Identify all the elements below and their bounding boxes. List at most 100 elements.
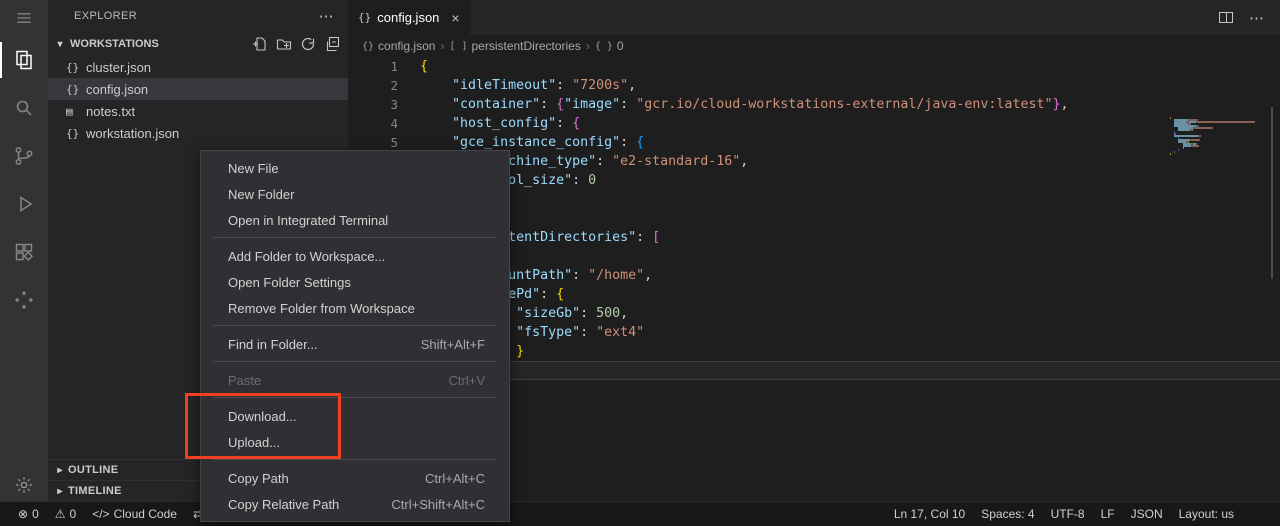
- status-item-json[interactable]: JSON: [1123, 502, 1171, 526]
- file-item-cluster-json[interactable]: {}cluster.json: [48, 56, 348, 78]
- file-list: {}cluster.json{}config.json▤notes.txt{}w…: [48, 56, 348, 144]
- json-symbol-icon: {}: [362, 41, 374, 52]
- breadcrumb-separator-icon: [586, 39, 590, 53]
- application-menu-icon[interactable]: [0, 0, 48, 36]
- breadcrumb-item-persistentdirectories[interactable]: [ ] persistentDirectories: [449, 39, 580, 53]
- menu-item-label: Open in Integrated Terminal: [228, 213, 465, 228]
- code-line-2[interactable]: 2 "idleTimeout": "7200s",: [348, 76, 1280, 95]
- menu-item-add-folder-to-workspace[interactable]: Add Folder to Workspace...: [201, 243, 509, 269]
- new-folder-icon[interactable]: [276, 36, 292, 52]
- status-item-text: JSON: [1131, 507, 1163, 521]
- status-item-text: UTF-8: [1051, 507, 1085, 521]
- object-symbol-icon: { }: [595, 41, 613, 52]
- code-line-3[interactable]: 3 "container": {"image": "gcr.io/cloud-w…: [348, 95, 1280, 114]
- menu-item-shortcut: Ctrl+Shift+Alt+C: [391, 497, 485, 512]
- menu-item-open-in-integrated-terminal[interactable]: Open in Integrated Terminal: [201, 207, 509, 233]
- code-line-4[interactable]: 4 "host_config": {: [348, 114, 1280, 133]
- panel-label: TIMELINE: [68, 485, 122, 497]
- minimap[interactable]: [1170, 117, 1266, 155]
- breadcrumb-item-config-json[interactable]: {}config.json: [362, 39, 435, 53]
- chevron-down-icon: [52, 39, 68, 50]
- file-item-notes-txt[interactable]: ▤notes.txt: [48, 100, 348, 122]
- json-file-icon: {}: [66, 83, 86, 96]
- status-item-text: LF: [1101, 507, 1115, 521]
- menu-separator: [213, 325, 497, 326]
- file-item-config-json[interactable]: {}config.json: [48, 78, 348, 100]
- status-item-text: 0: [70, 507, 77, 521]
- menu-separator: [213, 237, 497, 238]
- refresh-icon[interactable]: [300, 36, 316, 52]
- menu-separator: [213, 397, 497, 398]
- status-item-cloud-code[interactable]: </> Cloud Code: [84, 502, 185, 526]
- status-item-layout-us[interactable]: Layout: us: [1171, 502, 1242, 526]
- menu-item-find-in-folder[interactable]: Find in Folder...Shift+Alt+F: [201, 331, 509, 357]
- editor-more-actions-icon[interactable]: [1249, 9, 1264, 27]
- status-item-text: Ln 17, Col 10: [894, 507, 965, 521]
- menu-item-copy-relative-path[interactable]: Copy Relative PathCtrl+Shift+Alt+C: [201, 491, 509, 517]
- breadcrumb-separator-icon: [440, 39, 444, 53]
- menu-item-label: Remove Folder from Workspace: [228, 301, 465, 316]
- status-item-error[interactable]: ⊗0: [10, 502, 47, 526]
- status-item-warning[interactable]: ⚠0: [47, 502, 84, 526]
- search-icon[interactable]: [0, 84, 48, 132]
- chevron-right-icon: [52, 465, 68, 476]
- menu-item-paste: PasteCtrl+V: [201, 367, 509, 393]
- collapse-folders-icon[interactable]: [324, 36, 340, 52]
- new-file-icon[interactable]: [252, 36, 268, 52]
- status-item-text: Cloud Code: [114, 507, 177, 521]
- file-name: notes.txt: [86, 104, 135, 119]
- tab-config-json[interactable]: {} config.json: [348, 0, 470, 35]
- json-file-icon: {}: [358, 11, 371, 24]
- status-bar: ⊗0⚠0</>Cloud Code⇄ Ln 17, Col 10Spaces: …: [0, 501, 1280, 526]
- explorer-icon[interactable]: [0, 36, 48, 84]
- json-file-icon: {}: [66, 61, 86, 74]
- menu-item-remove-folder-from-workspace[interactable]: Remove Folder from Workspace: [201, 295, 509, 321]
- breadcrumb-label: persistentDirectories: [471, 39, 580, 53]
- file-item-workstation-json[interactable]: {}workstation.json: [48, 122, 348, 144]
- menu-item-download[interactable]: Download...: [201, 403, 509, 429]
- source-control-icon[interactable]: [0, 132, 48, 180]
- code-text: "host_config": {: [420, 114, 580, 133]
- status-item-spaces-4[interactable]: Spaces: 4: [973, 502, 1042, 526]
- menu-item-shortcut: Shift+Alt+F: [421, 337, 485, 352]
- code-line-1[interactable]: 1{: [348, 57, 1280, 76]
- extensions-icon[interactable]: [0, 228, 48, 276]
- activity-bar: [0, 0, 48, 501]
- menu-item-label: New Folder: [228, 187, 465, 202]
- explorer-title: EXPLORER: [74, 10, 137, 22]
- cloud-code-icon: </>: [92, 507, 109, 521]
- cloud-code-icon[interactable]: [0, 276, 48, 324]
- menu-item-open-folder-settings[interactable]: Open Folder Settings: [201, 269, 509, 295]
- ide-window: EXPLORER WORKSTATIONS {}: [0, 0, 1280, 526]
- menu-item-new-folder[interactable]: New Folder: [201, 181, 509, 207]
- status-item-utf-8[interactable]: UTF-8: [1043, 502, 1093, 526]
- line-number: 2: [348, 76, 398, 95]
- menu-item-copy-path[interactable]: Copy PathCtrl+Alt+C: [201, 465, 509, 491]
- close-icon[interactable]: [451, 10, 459, 26]
- run-debug-icon[interactable]: [0, 180, 48, 228]
- line-number: 1: [348, 57, 398, 76]
- status-item-ln-17-col-10[interactable]: Ln 17, Col 10: [886, 502, 973, 526]
- split-editor-icon[interactable]: [1219, 12, 1233, 23]
- file-name: config.json: [86, 82, 148, 97]
- workspace-section-label: WORKSTATIONS: [70, 38, 252, 50]
- tab-label: config.json: [377, 10, 439, 25]
- menu-item-new-file[interactable]: New File: [201, 155, 509, 181]
- array-symbol-icon: [ ]: [449, 41, 467, 52]
- status-item-lf[interactable]: LF: [1093, 502, 1123, 526]
- breadcrumb-item-0[interactable]: { }0: [595, 39, 624, 53]
- line-number: 3: [348, 95, 398, 114]
- warning-icon: ⚠: [55, 507, 66, 521]
- menu-item-upload[interactable]: Upload...: [201, 429, 509, 455]
- explorer-header: EXPLORER: [48, 0, 348, 32]
- status-item-text: 0: [32, 507, 39, 521]
- error-icon: ⊗: [18, 507, 28, 521]
- breadcrumb: {}config.json [ ] persistentDirectories { }…: [348, 35, 1280, 57]
- workspace-section-header[interactable]: WORKSTATIONS: [48, 32, 348, 56]
- tab-bar: {} config.json: [348, 0, 1280, 35]
- explorer-more-actions-icon[interactable]: [319, 7, 334, 25]
- editor-scrollbar[interactable]: [1271, 107, 1273, 279]
- settings-gear-icon[interactable]: [14, 475, 34, 495]
- menu-item-label: New File: [228, 161, 465, 176]
- status-item-text: Spaces: 4: [981, 507, 1034, 521]
